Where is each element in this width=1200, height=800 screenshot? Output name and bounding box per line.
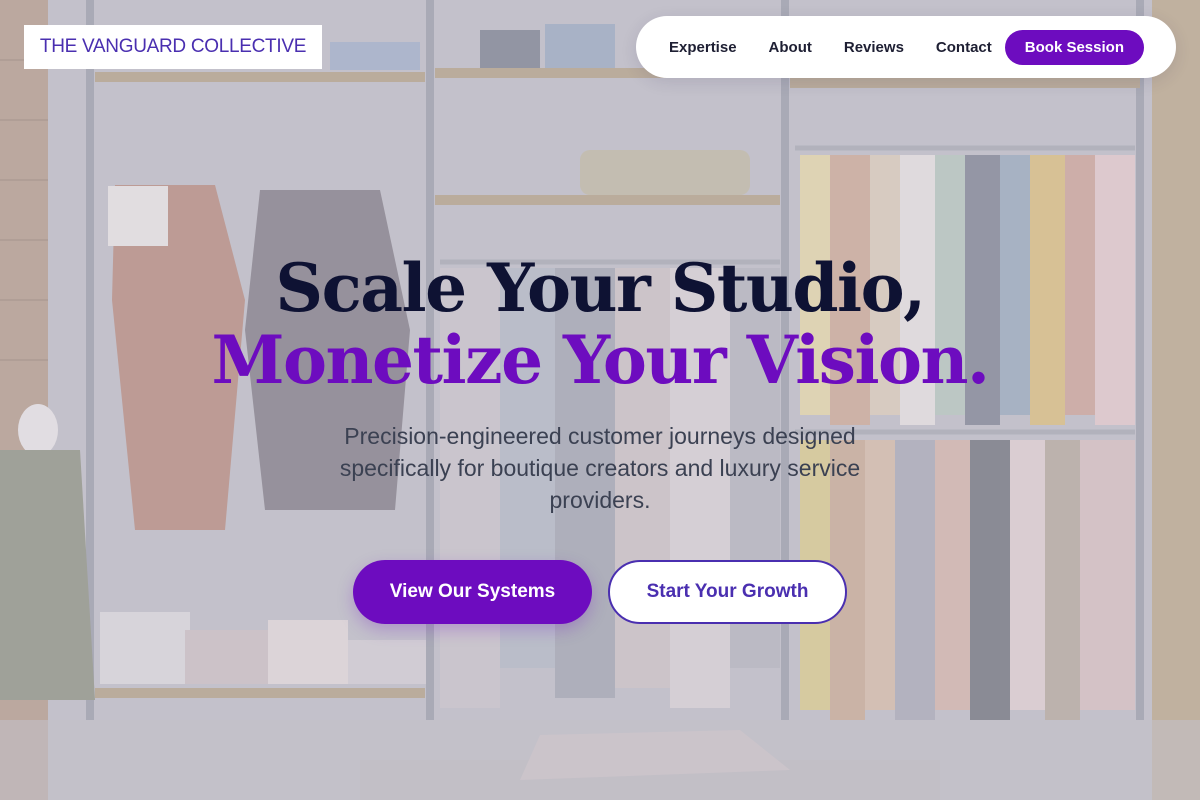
nav-link-reviews[interactable]: Reviews [844,39,904,56]
main-navigation: Expertise About Reviews Contact Book Ses… [636,16,1176,78]
start-your-growth-button[interactable]: Start Your Growth [608,560,847,624]
hero-subheadline: Precision-engineered customer journeys d… [339,423,861,513]
nav-link-contact[interactable]: Contact [936,39,992,56]
book-session-button[interactable]: Book Session [1004,29,1144,65]
brand-logo[interactable]: THE VANGUARD COLLECTIVE [24,25,322,69]
headline-line-2: Monetize Your Vision. [211,321,990,399]
hero-section: Scale Your Studio, Monetize Your Vision.… [0,252,1200,516]
nav-link-about[interactable]: About [769,39,812,56]
nav-link-expertise[interactable]: Expertise [669,39,737,56]
view-our-systems-button[interactable]: View Our Systems [353,560,592,624]
hero-headline: Scale Your Studio, Monetize Your Vision. [0,252,1200,396]
headline-line-1: Scale Your Studio, [275,249,926,327]
